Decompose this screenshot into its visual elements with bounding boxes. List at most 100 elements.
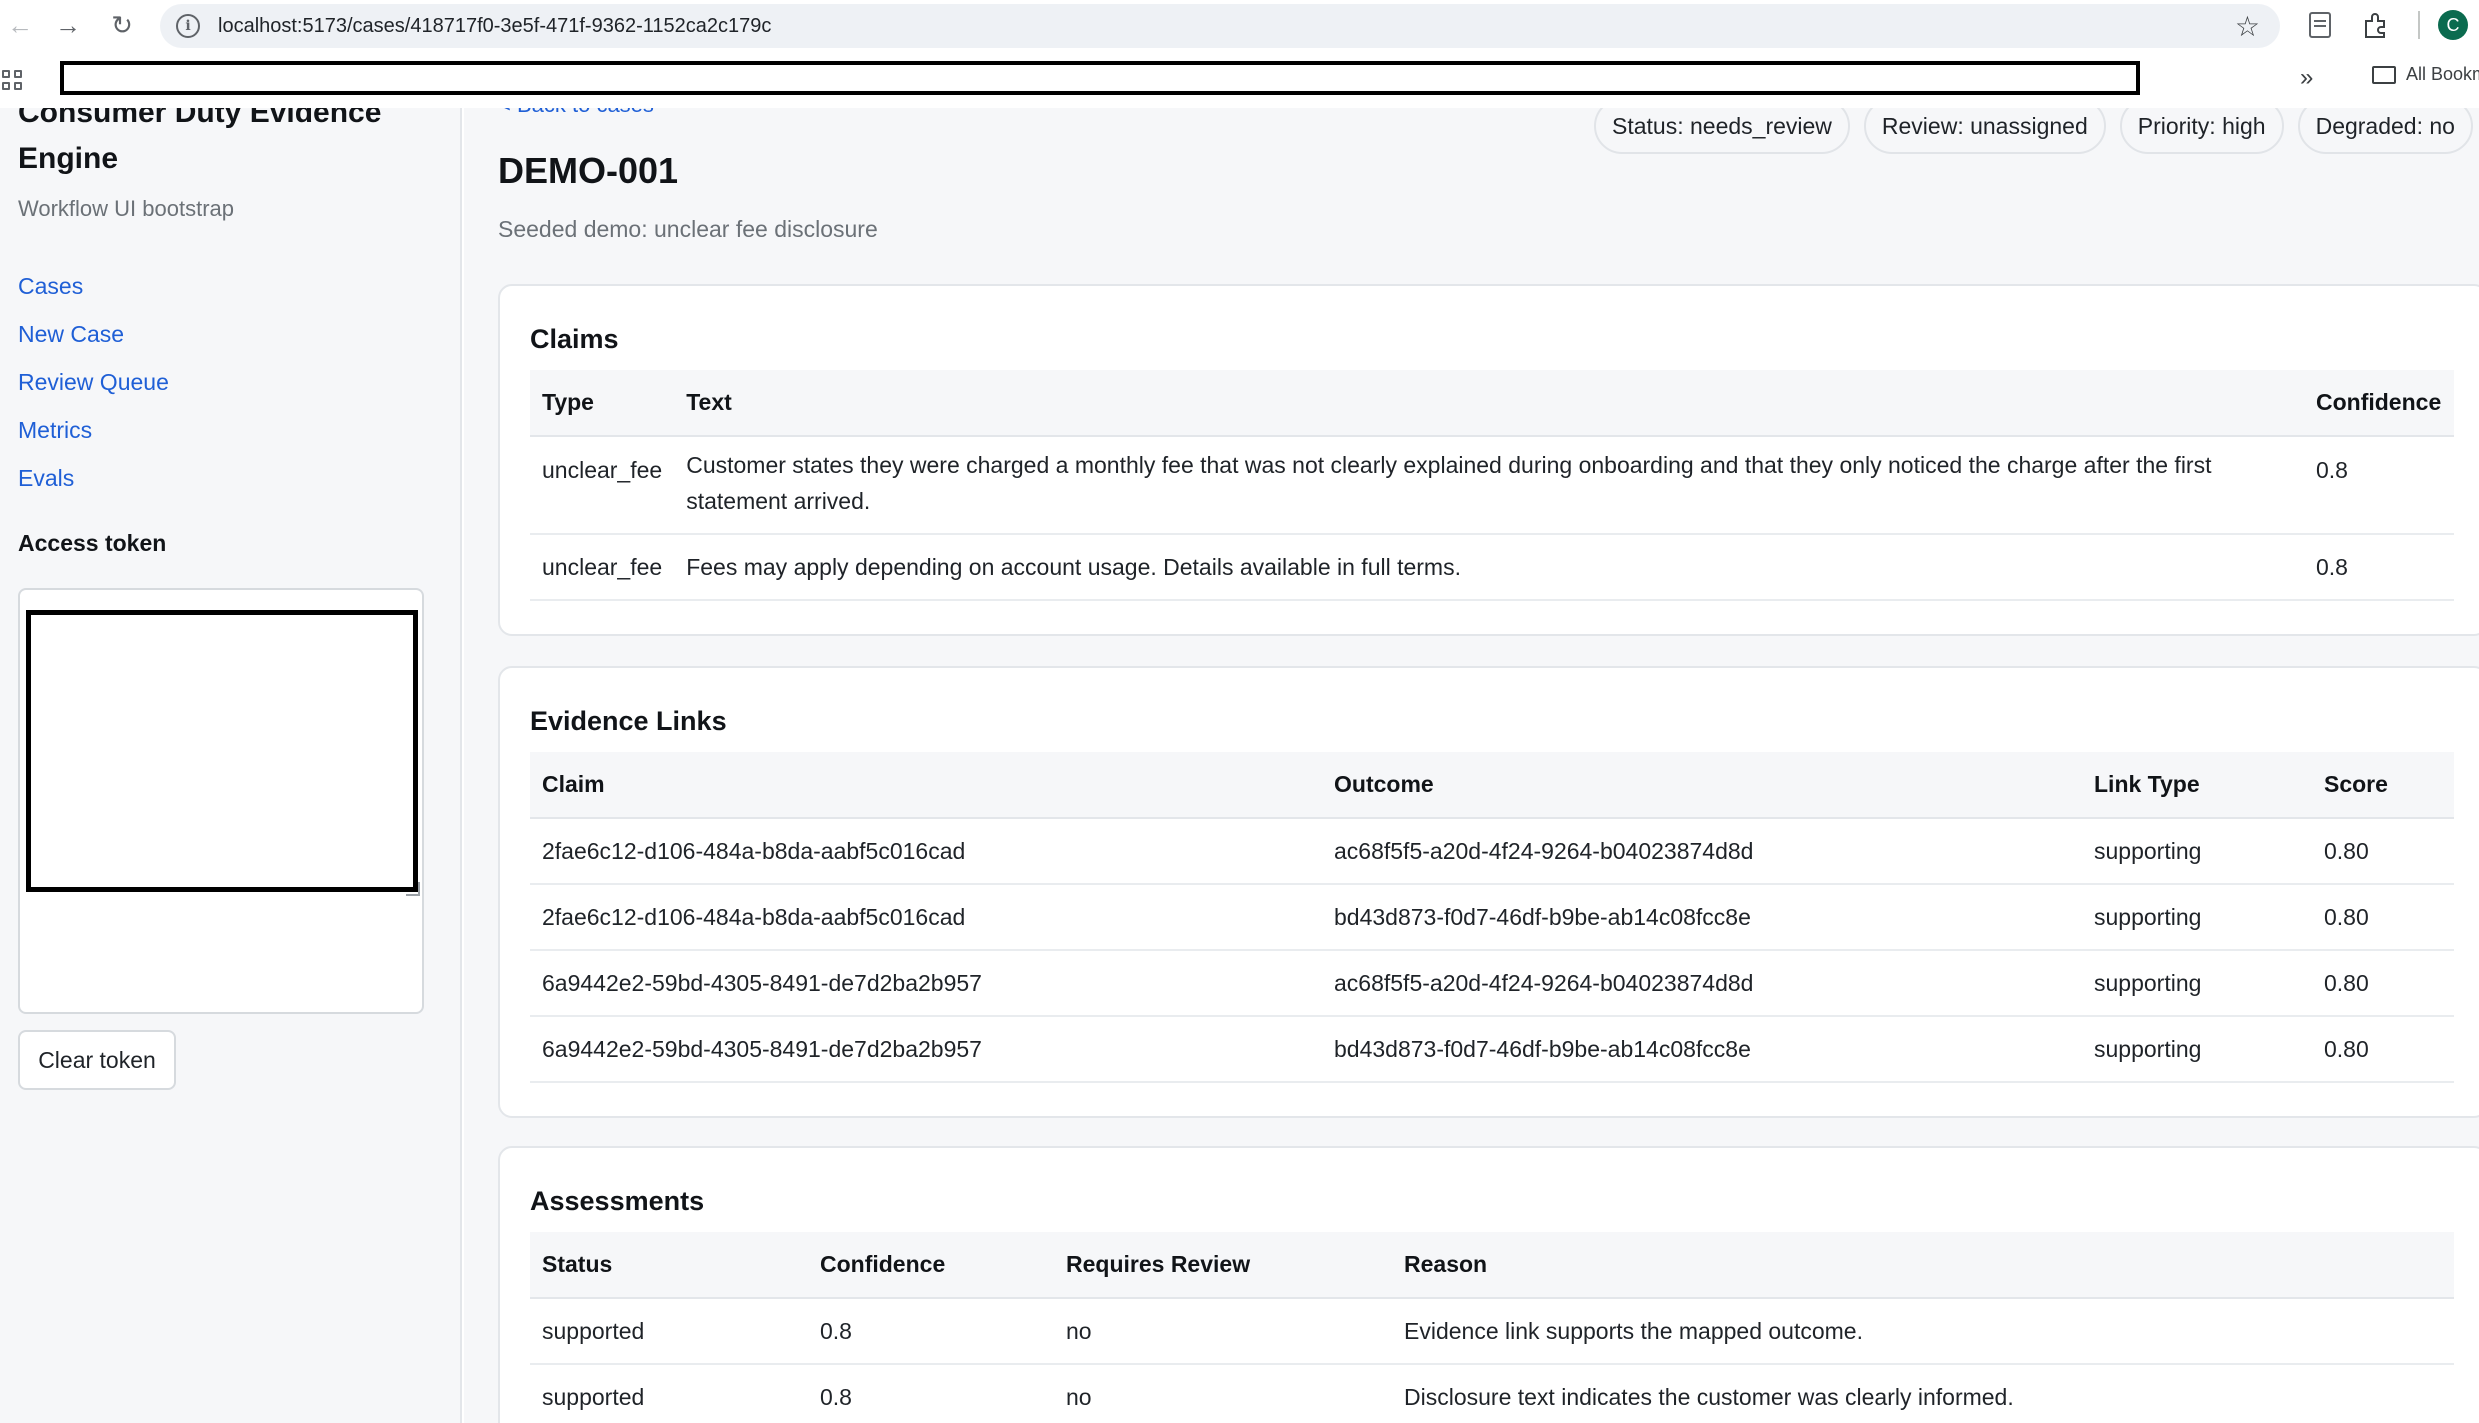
profile-initial[interactable]: C <box>2438 10 2468 40</box>
degraded-badge: Degraded: no <box>2297 108 2473 154</box>
all-bookmarks-button[interactable]: All Bookm <box>2372 64 2479 85</box>
claims-heading: Claims <box>530 324 619 354</box>
column-header: Claim <box>530 752 1322 819</box>
assessment-status-cell: supported <box>530 1298 808 1365</box>
table-row: supported 0.8 no Evidence link supports … <box>530 1298 2454 1365</box>
redacted-bookmarks-region <box>60 61 2140 95</box>
claims-card: Claims Type Text Confidence unclear_fee … <box>498 284 2479 636</box>
column-header: Reason <box>1392 1232 2454 1299</box>
assessments-card: Assessments Status Confidence Requires R… <box>498 1146 2479 1423</box>
assessment-requires-review-cell: no <box>1054 1298 1392 1365</box>
case-status-pills: Status: needs_review Review: unassigned … <box>1594 108 2473 154</box>
link-claim-cell: 2fae6c12-d106-484a-b8da-aabf5c016cad <box>530 884 1322 951</box>
link-claim-cell: 6a9442e2-59bd-4305-8491-de7d2ba2b957 <box>530 1016 1322 1083</box>
assessment-reason-cell: Evidence link supports the mapped outcom… <box>1392 1298 2454 1365</box>
column-header: Outcome <box>1322 752 2082 819</box>
resize-grip-icon[interactable] <box>406 882 420 896</box>
column-header: Confidence <box>2304 370 2454 437</box>
column-header: Confidence <box>808 1232 1054 1299</box>
table-row: 2fae6c12-d106-484a-b8da-aabf5c016cad bd4… <box>530 884 2454 951</box>
assessment-confidence-cell: 0.8 <box>808 1298 1054 1365</box>
forward-arrow-icon[interactable]: → <box>48 5 88 45</box>
link-outcome-cell: ac68f5f5-a20d-4f24-9264-b04023874d8d <box>1322 818 2082 885</box>
assessment-confidence-cell: 0.8 <box>808 1364 1054 1423</box>
evidence-links-card: Evidence Links Claim Outcome Link Type S… <box>498 666 2479 1118</box>
toolbar-divider <box>2418 0 2420 50</box>
apps-grid-icon[interactable] <box>2 70 22 90</box>
priority-badge: Priority: high <box>2119 108 2284 154</box>
sidebar: Consumer Duty Evidence Engine Workflow U… <box>0 108 462 1423</box>
assessment-reason-cell: Disclosure text indicates the customer w… <box>1392 1364 2454 1423</box>
table-header-row: Type Text Confidence <box>530 370 2454 437</box>
sidebar-nav: Cases New Case Review Queue Metrics Eval… <box>18 262 169 502</box>
profile-avatar[interactable]: C <box>2438 0 2468 50</box>
folder-icon <box>2372 65 2396 84</box>
link-score-cell: 0.80 <box>2312 1016 2454 1083</box>
column-header: Requires Review <box>1054 1232 1392 1299</box>
table-row: unclear_fee Fees may apply depending on … <box>530 534 2454 601</box>
link-outcome-cell: bd43d873-f0d7-46df-b9be-ab14c08fcc8e <box>1322 884 2082 951</box>
app-title: Consumer Duty Evidence Engine <box>18 108 382 175</box>
all-bookmarks-label: All Bookm <box>2406 64 2479 84</box>
nav-link-metrics[interactable]: Metrics <box>18 406 169 454</box>
table-row: 2fae6c12-d106-484a-b8da-aabf5c016cad ac6… <box>530 818 2454 885</box>
extensions-icon[interactable] <box>2362 0 2390 50</box>
chevron-double-right-icon[interactable]: » <box>2300 64 2313 92</box>
status-badge: Status: needs_review <box>1594 108 1850 154</box>
assessments-table: Status Confidence Requires Review Reason… <box>530 1232 2454 1423</box>
clear-token-button[interactable]: Clear token <box>18 1030 176 1090</box>
browser-toolbar: ← → ↻ i localhost:5173/cases/418717f0-3e… <box>0 0 2479 50</box>
evidence-links-table: Claim Outcome Link Type Score 2fae6c12-d… <box>530 752 2454 1083</box>
link-claim-cell: 6a9442e2-59bd-4305-8491-de7d2ba2b957 <box>530 950 1322 1017</box>
address-url[interactable]: localhost:5173/cases/418717f0-3e5f-471f-… <box>218 15 771 38</box>
table-row: 6a9442e2-59bd-4305-8491-de7d2ba2b957 bd4… <box>530 1016 2454 1083</box>
address-bar[interactable]: i localhost:5173/cases/418717f0-3e5f-471… <box>160 4 2280 48</box>
page-subtitle: Seeded demo: unclear fee disclosure <box>498 216 878 242</box>
column-header: Text <box>674 370 2304 437</box>
app-subtitle: Workflow UI bootstrap <box>18 196 235 221</box>
back-arrow-icon[interactable]: ← <box>0 5 40 45</box>
link-type-cell: supporting <box>2082 1016 2312 1083</box>
nav-link-new-case[interactable]: New Case <box>18 310 169 358</box>
access-token-label: Access token <box>18 530 167 556</box>
site-info-icon[interactable]: i <box>176 14 200 38</box>
reload-icon[interactable]: ↻ <box>102 5 142 45</box>
table-row: unclear_fee Customer states they were ch… <box>530 436 2454 535</box>
nav-link-review-queue[interactable]: Review Queue <box>18 358 169 406</box>
review-badge: Review: unassigned <box>1863 108 2106 154</box>
assessment-requires-review-cell: no <box>1054 1364 1392 1423</box>
claim-confidence-cell: 0.8 <box>2304 534 2454 601</box>
reading-mode-icon[interactable] <box>2308 0 2332 50</box>
assessment-status-cell: supported <box>530 1364 808 1423</box>
link-score-cell: 0.80 <box>2312 950 2454 1017</box>
column-header: Type <box>530 370 675 437</box>
nav-link-evals[interactable]: Evals <box>18 454 169 502</box>
claim-type-cell: unclear_fee <box>530 534 675 601</box>
link-score-cell: 0.80 <box>2312 884 2454 951</box>
back-to-cases-link[interactable]: < Back to cases <box>498 108 654 118</box>
link-outcome-cell: ac68f5f5-a20d-4f24-9264-b04023874d8d <box>1322 950 2082 1017</box>
evidence-links-heading: Evidence Links <box>530 706 727 736</box>
link-type-cell: supporting <box>2082 950 2312 1017</box>
link-claim-cell: 2fae6c12-d106-484a-b8da-aabf5c016cad <box>530 818 1322 885</box>
column-header: Status <box>530 1232 808 1299</box>
link-type-cell: supporting <box>2082 884 2312 951</box>
link-outcome-cell: bd43d873-f0d7-46df-b9be-ab14c08fcc8e <box>1322 1016 2082 1083</box>
claim-type-cell: unclear_fee <box>530 436 675 535</box>
table-row: supported 0.8 no Disclosure text indicat… <box>530 1364 2454 1423</box>
link-score-cell: 0.80 <box>2312 818 2454 885</box>
access-token-field-wrapper <box>18 588 424 1014</box>
claim-confidence-cell: 0.8 <box>2304 436 2454 535</box>
claim-text-cell: Fees may apply depending on account usag… <box>674 534 2304 601</box>
table-row: 6a9442e2-59bd-4305-8491-de7d2ba2b957 ac6… <box>530 950 2454 1017</box>
column-header: Score <box>2312 752 2454 819</box>
claim-text-cell: Customer states they were charged a mont… <box>674 436 2304 535</box>
claims-table: Type Text Confidence unclear_fee Custome… <box>530 370 2454 601</box>
nav-link-cases[interactable]: Cases <box>18 262 169 310</box>
table-header-row: Status Confidence Requires Review Reason <box>530 1232 2454 1299</box>
access-token-input[interactable] <box>26 610 418 892</box>
bookmark-star-icon[interactable]: ☆ <box>2235 10 2260 43</box>
table-header-row: Claim Outcome Link Type Score <box>530 752 2454 819</box>
link-type-cell: supporting <box>2082 818 2312 885</box>
main-content: < Back to cases Status: needs_review Rev… <box>464 108 2479 1423</box>
